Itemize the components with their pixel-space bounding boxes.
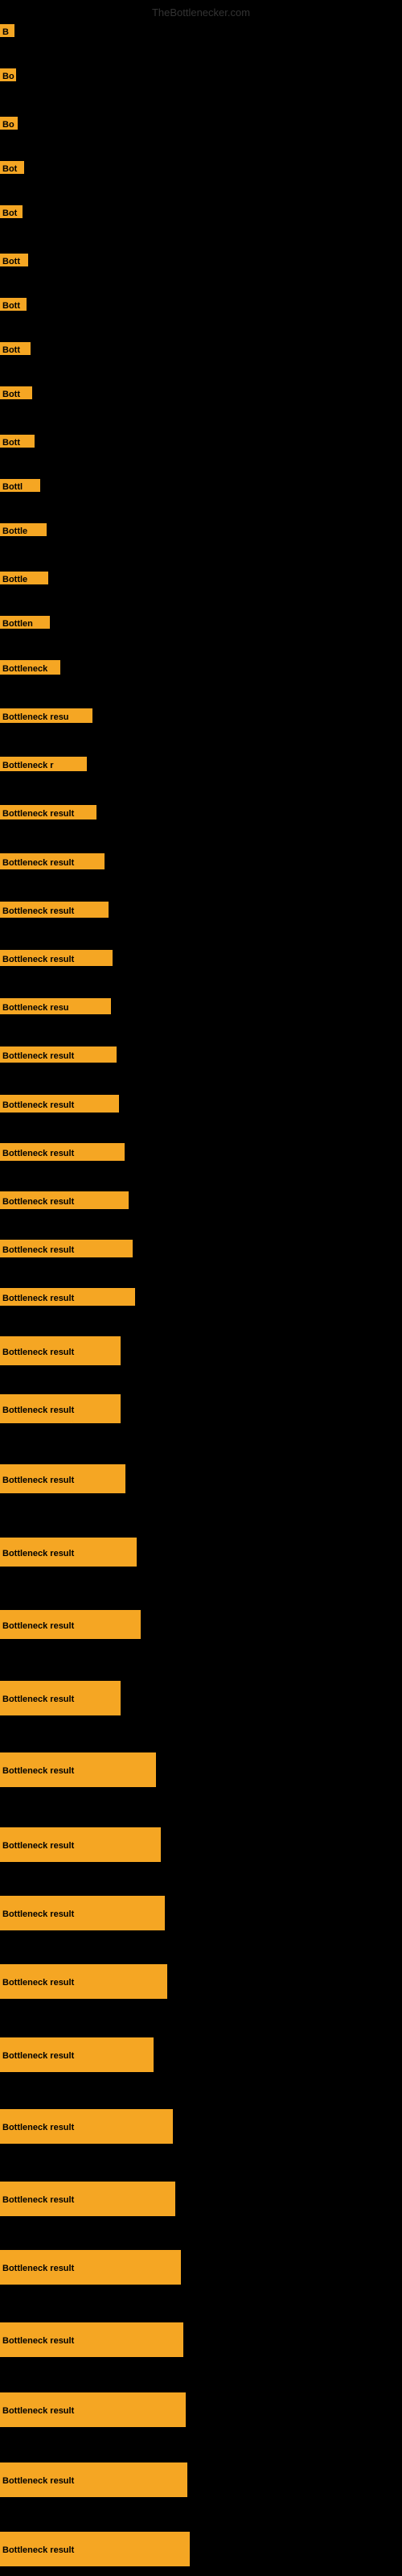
bottleneck-item: Bottlen <box>0 616 50 629</box>
bottleneck-item: Bottleneck result <box>0 1752 156 1787</box>
bottleneck-item: Bottle <box>0 523 47 536</box>
bottleneck-item: Bottleneck result <box>0 1464 125 1493</box>
bottleneck-item: Bottleneck result <box>0 1191 129 1209</box>
bottleneck-item: Bot <box>0 205 23 218</box>
bottleneck-item: Bottleneck result <box>0 1827 161 1862</box>
bottleneck-item: Bottleneck result <box>0 2182 175 2216</box>
bottleneck-item: Bottleneck result <box>0 1681 121 1715</box>
bottleneck-item: Bottleneck result <box>0 2109 173 2144</box>
bottleneck-item: Bottleneck resu <box>0 998 111 1014</box>
bottleneck-item: Bottleneck result <box>0 1143 125 1161</box>
bottleneck-item: Bottleneck r <box>0 757 87 771</box>
bottleneck-item: Bottleneck result <box>0 950 113 966</box>
bottleneck-item: Bottleneck result <box>0 805 96 819</box>
bottleneck-item: Bottleneck resu <box>0 708 92 723</box>
bottleneck-item: Bottleneck result <box>0 1394 121 1423</box>
bottleneck-item: Bottl <box>0 479 40 492</box>
bottleneck-item: Bottleneck result <box>0 853 105 869</box>
bottleneck-item: Bott <box>0 342 31 355</box>
bottleneck-item: Bottleneck result <box>0 1964 167 1999</box>
bottleneck-item: Bottleneck result <box>0 1336 121 1365</box>
bottleneck-item: Bottleneck result <box>0 1896 165 1930</box>
site-title: TheBottlenecker.com <box>152 6 250 19</box>
bottleneck-item: Bottleneck result <box>0 1610 141 1639</box>
bottleneck-item: Bottleneck result <box>0 1240 133 1257</box>
bottleneck-item: Bottleneck result <box>0 2532 190 2566</box>
bottleneck-item: Bottleneck result <box>0 2037 154 2072</box>
bottleneck-item: Bottleneck result <box>0 2392 186 2427</box>
bottleneck-item: Bottleneck <box>0 660 60 675</box>
bottleneck-item: Bottleneck result <box>0 2250 181 2285</box>
bottleneck-item: Bott <box>0 435 35 448</box>
bottleneck-item: Bottle <box>0 572 48 584</box>
bottleneck-item: Bottleneck result <box>0 1538 137 1567</box>
bottleneck-item: Bott <box>0 298 27 311</box>
bottleneck-item: Bottleneck result <box>0 2322 183 2357</box>
bottleneck-item: Bottleneck result <box>0 902 109 918</box>
bottleneck-item: Bott <box>0 386 32 399</box>
bottleneck-item: Bo <box>0 117 18 130</box>
bottleneck-item: Bo <box>0 68 16 81</box>
bottleneck-item: Bot <box>0 161 24 174</box>
bottleneck-item: Bottleneck result <box>0 1046 117 1063</box>
bottleneck-item: Bottleneck result <box>0 1288 135 1306</box>
bottleneck-item: Bottleneck result <box>0 1095 119 1113</box>
bottleneck-item: B <box>0 24 14 37</box>
bottleneck-item: Bott <box>0 254 28 266</box>
bottleneck-item: Bottleneck result <box>0 2462 187 2497</box>
